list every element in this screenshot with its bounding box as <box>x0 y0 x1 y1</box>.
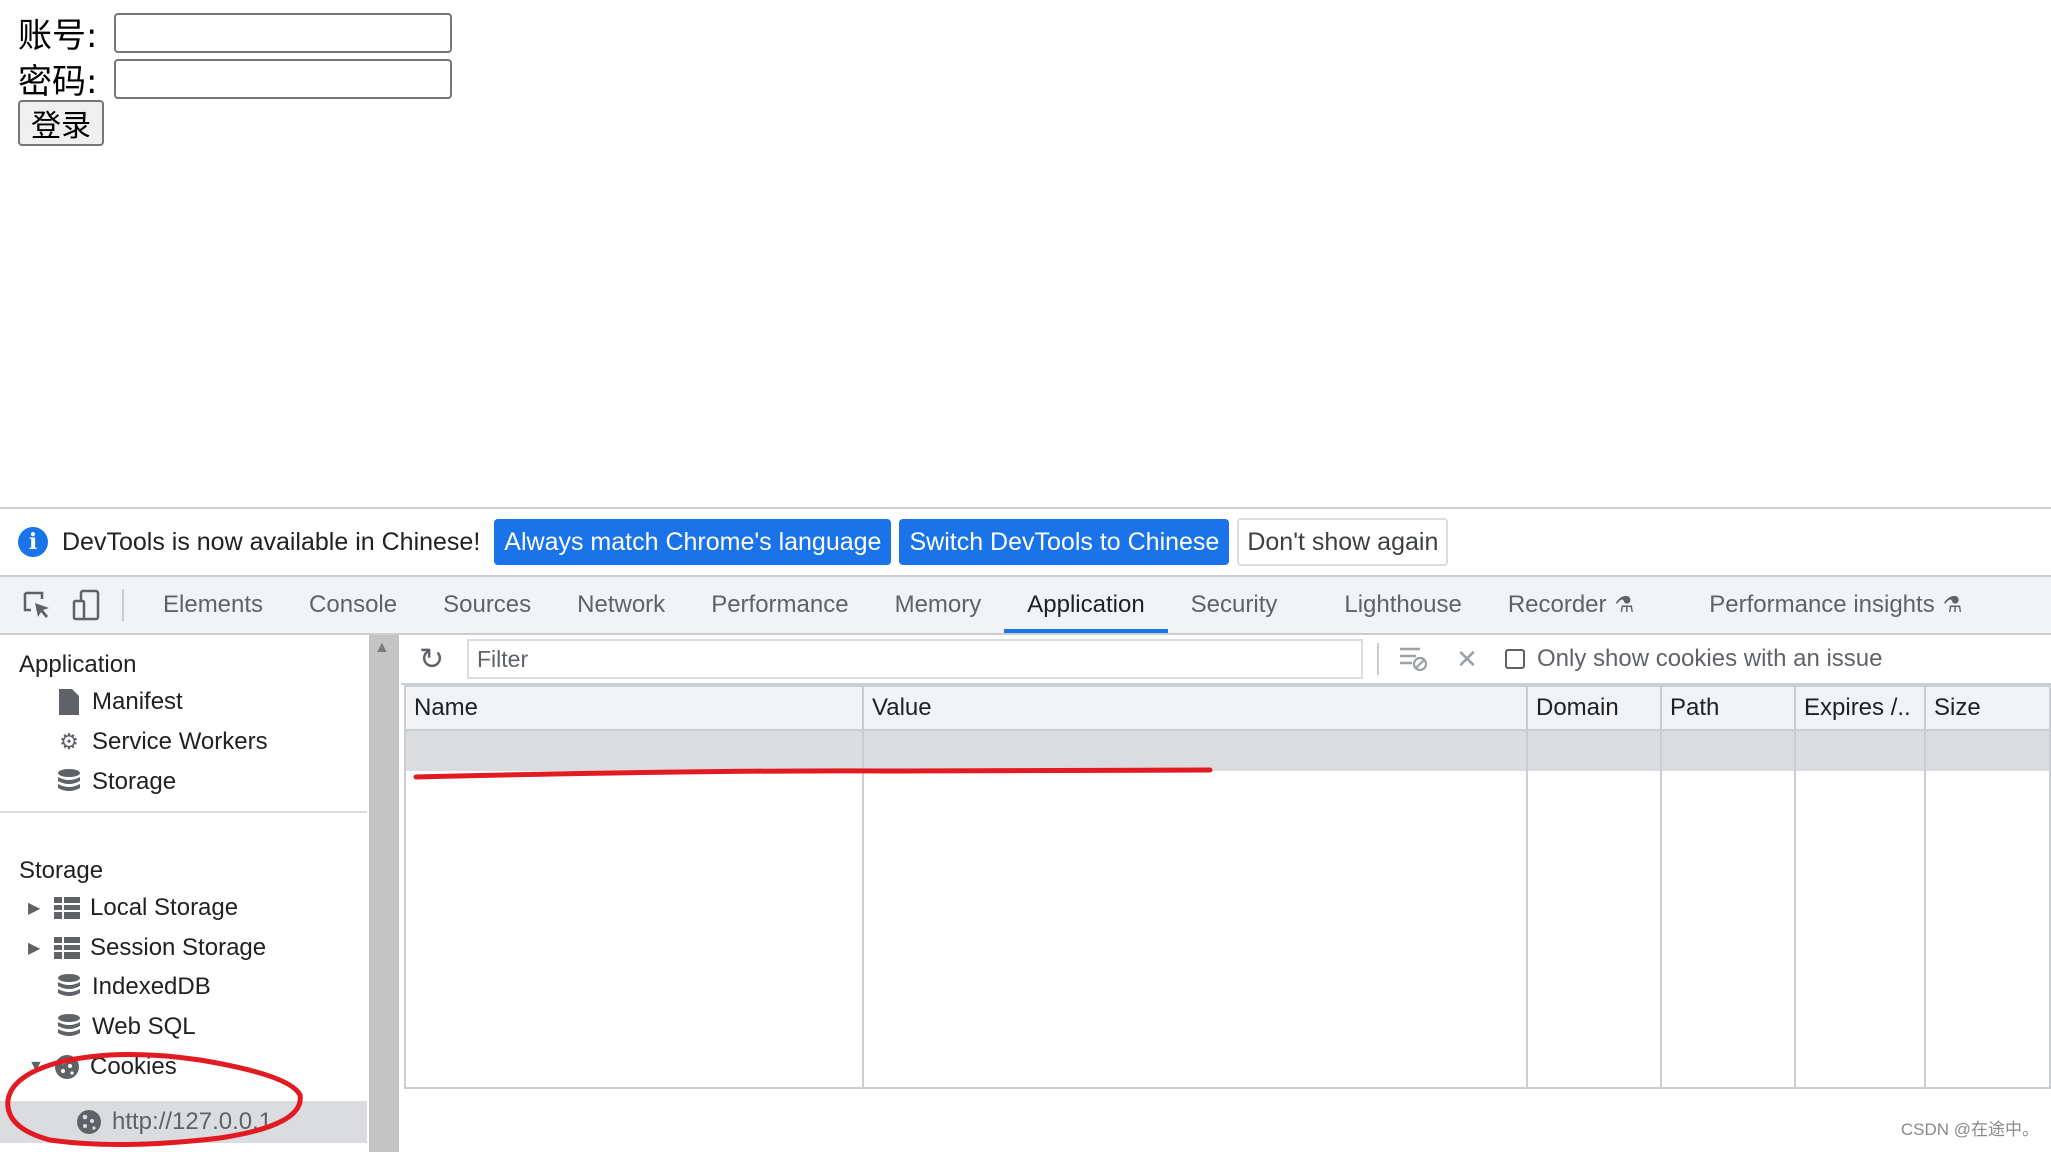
tabbar-separator <box>122 589 124 621</box>
column-header-value[interactable]: Value <box>864 687 932 729</box>
database-icon <box>52 1014 86 1040</box>
tab-application[interactable]: Application <box>1004 577 1168 633</box>
column-header-domain[interactable]: Domain <box>1528 687 1619 729</box>
sidebar-item-cookies[interactable]: ▼ Cookies <box>28 1048 177 1086</box>
experimental-flask-icon: ⚗ <box>1614 592 1635 617</box>
column-header-path[interactable]: Path <box>1662 687 1719 729</box>
sidebar-item-service-workers[interactable]: ⚙ Service Workers <box>52 723 268 761</box>
clear-filtered-cookies-icon[interactable] <box>1393 646 1433 672</box>
tab-console[interactable]: Console <box>286 577 420 633</box>
sidebar-item-label: Storage <box>92 768 177 795</box>
language-infobar: i DevTools is now available in Chinese! … <box>0 509 2051 577</box>
scroll-up-arrow-icon[interactable]: ▲ <box>374 639 390 657</box>
tab-recorder-label: Recorder <box>1507 591 1607 618</box>
column-divider[interactable] <box>1924 687 1926 1087</box>
toolbar-separator <box>1377 643 1379 675</box>
tab-security[interactable]: Security <box>1168 577 1301 633</box>
cookie-view: ↻ Filter ✕ Only show cookies with an iss… <box>401 635 2051 1152</box>
sidebar-item-label: Manifest <box>92 688 183 715</box>
column-divider[interactable] <box>1794 687 1796 1087</box>
refresh-icon[interactable]: ↻ <box>419 642 455 677</box>
application-sidebar: Application Manifest ⚙ Service Workers S… <box>0 635 367 1152</box>
column-header-size[interactable]: Size <box>1926 687 1981 729</box>
info-icon: i <box>18 527 48 557</box>
account-label: 账号: <box>18 16 98 56</box>
cookie-icon <box>72 1109 106 1135</box>
tab-elements[interactable]: Elements <box>140 577 286 633</box>
cookie-icon <box>50 1054 84 1080</box>
inspect-element-icon[interactable] <box>20 588 54 622</box>
sidebar-item-label: Service Workers <box>92 728 268 755</box>
dont-show-again-button[interactable]: Don't show again <box>1237 518 1449 566</box>
only-issues-label: Only show cookies with an issue <box>1537 645 1883 672</box>
account-row: 账号: <box>18 8 452 57</box>
sidebar-item-label: Web SQL <box>92 1013 196 1040</box>
filter-input[interactable]: Filter <box>467 639 1363 679</box>
password-row: 密码: <box>18 54 452 103</box>
sidebar-item-indexeddb[interactable]: IndexedDB <box>52 968 211 1006</box>
collapse-arrow-icon[interactable]: ▼ <box>28 1058 50 1076</box>
column-header-name[interactable]: Name <box>406 687 478 729</box>
sidebar-section-application: Application <box>19 651 137 678</box>
sidebar-item-label: IndexedDB <box>92 973 211 1000</box>
expand-arrow-icon[interactable]: ▶ <box>28 898 50 918</box>
column-divider[interactable] <box>1660 687 1662 1087</box>
sidebar-item-cookie-origin[interactable]: http://127.0.0.1 <box>72 1103 272 1141</box>
only-issues-checkbox[interactable] <box>1505 649 1525 669</box>
tab-memory[interactable]: Memory <box>872 577 1005 633</box>
database-icon <box>52 769 86 795</box>
cookie-toolbar: ↻ Filter ✕ Only show cookies with an iss… <box>401 635 2051 685</box>
column-divider[interactable] <box>862 687 864 1087</box>
expand-arrow-icon[interactable]: ▶ <box>28 938 50 958</box>
tab-performance[interactable]: Performance <box>688 577 871 633</box>
sidebar-item-label: Session Storage <box>90 934 267 961</box>
sidebar-section-storage: Storage <box>19 857 104 884</box>
table-icon <box>50 897 84 919</box>
switch-to-chinese-button[interactable]: Switch DevTools to Chinese <box>899 519 1230 565</box>
sidebar-divider <box>0 811 367 813</box>
tab-lighthouse[interactable]: Lighthouse <box>1300 577 1484 633</box>
cookie-origin-label: http://127.0.0.1 <box>112 1108 273 1135</box>
sidebar-scrollbar[interactable]: ▲ <box>369 635 399 1152</box>
always-match-language-button[interactable]: Always match Chrome's language <box>494 519 892 565</box>
sidebar-item-web-sql[interactable]: Web SQL <box>52 1008 196 1046</box>
tab-network[interactable]: Network <box>554 577 688 633</box>
devtools-panel: i DevTools is now available in Chinese! … <box>0 507 2051 1152</box>
tab-performance-insights[interactable]: Performance insights ⚗ <box>1657 577 1985 633</box>
sidebar-item-label: Cookies <box>90 1053 177 1080</box>
tab-sources[interactable]: Sources <box>420 577 554 633</box>
account-input[interactable] <box>114 12 452 53</box>
column-header-expires[interactable]: Expires /.. <box>1796 687 1911 729</box>
database-icon <box>52 974 86 1000</box>
sidebar-item-storage[interactable]: Storage <box>52 763 176 801</box>
password-input[interactable] <box>114 58 452 99</box>
sidebar-item-label: Local Storage <box>90 894 239 921</box>
device-toolbar-icon[interactable] <box>70 588 104 622</box>
sidebar-item-manifest[interactable]: Manifest <box>52 683 183 721</box>
gear-icon: ⚙ <box>59 729 79 754</box>
column-divider[interactable] <box>1526 687 1528 1087</box>
sidebar-item-local-storage[interactable]: ▶ Local Storage <box>28 889 238 927</box>
password-label: 密码: <box>18 62 98 102</box>
tab-recorder[interactable]: Recorder ⚗ <box>1485 577 1657 633</box>
login-button[interactable]: 登录 <box>18 100 104 146</box>
devtools-tabbar: Elements Console Sources Network Perform… <box>0 577 2051 635</box>
csdn-watermark: CSDN @在途中。 <box>1900 1120 2039 1139</box>
sidebar-item-session-storage[interactable]: ▶ Session Storage <box>28 929 266 967</box>
infobar-message: DevTools is now available in Chinese! <box>62 527 481 556</box>
delete-all-icon[interactable]: ✕ <box>1447 644 1487 675</box>
document-icon <box>52 689 86 715</box>
table-row-empty-selected[interactable] <box>406 731 2049 771</box>
cookie-table-header: Name Value Domain Path Expires /.. Size <box>406 687 2049 731</box>
tab-performance-insights-label: Performance insights <box>1709 591 1935 618</box>
cookie-table: Name Value Domain Path Expires /.. Size <box>404 685 2051 1089</box>
experimental-flask-icon: ⚗ <box>1942 592 1963 617</box>
table-icon <box>50 937 84 959</box>
